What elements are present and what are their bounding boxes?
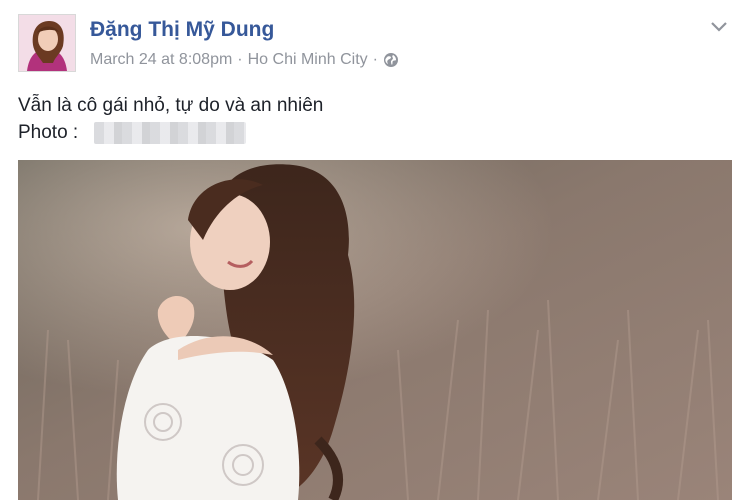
post-message: Vẫn là cô gái nhỏ, tự do và an nhiên Pho… [18, 92, 718, 146]
post-location-link[interactable]: Ho Chi Minh City [248, 51, 368, 69]
post-message-line: Vẫn là cô gái nhỏ, tự do và an nhiên [18, 95, 324, 116]
post-timestamp-link[interactable]: March 24 at 8:08pm [90, 51, 232, 69]
meta-separator: · [372, 51, 378, 68]
post-meta: March 24 at 8:08pm · Ho Chi Minh City · [90, 51, 399, 69]
redacted-photo-credit [94, 121, 247, 144]
chevron-down-icon [711, 22, 727, 32]
portrait-photo [18, 160, 732, 500]
photo-credit-line: Photo : [18, 119, 718, 146]
photo-credit-label: Photo : [18, 122, 79, 143]
meta-separator: · [237, 51, 243, 68]
facebook-post: Đặng Thị Mỹ Dung March 24 at 8:08pm · Ho… [0, 0, 750, 500]
author-name-link[interactable]: Đặng Thị Mỹ Dung [90, 18, 274, 42]
post-photo[interactable] [18, 160, 732, 500]
globe-icon[interactable] [383, 52, 399, 68]
post-header: Đặng Thị Mỹ Dung March 24 at 8:08pm · Ho… [18, 14, 730, 74]
avatar-image [19, 15, 75, 71]
author-avatar[interactable] [18, 14, 76, 72]
post-options-button[interactable] [708, 18, 730, 36]
